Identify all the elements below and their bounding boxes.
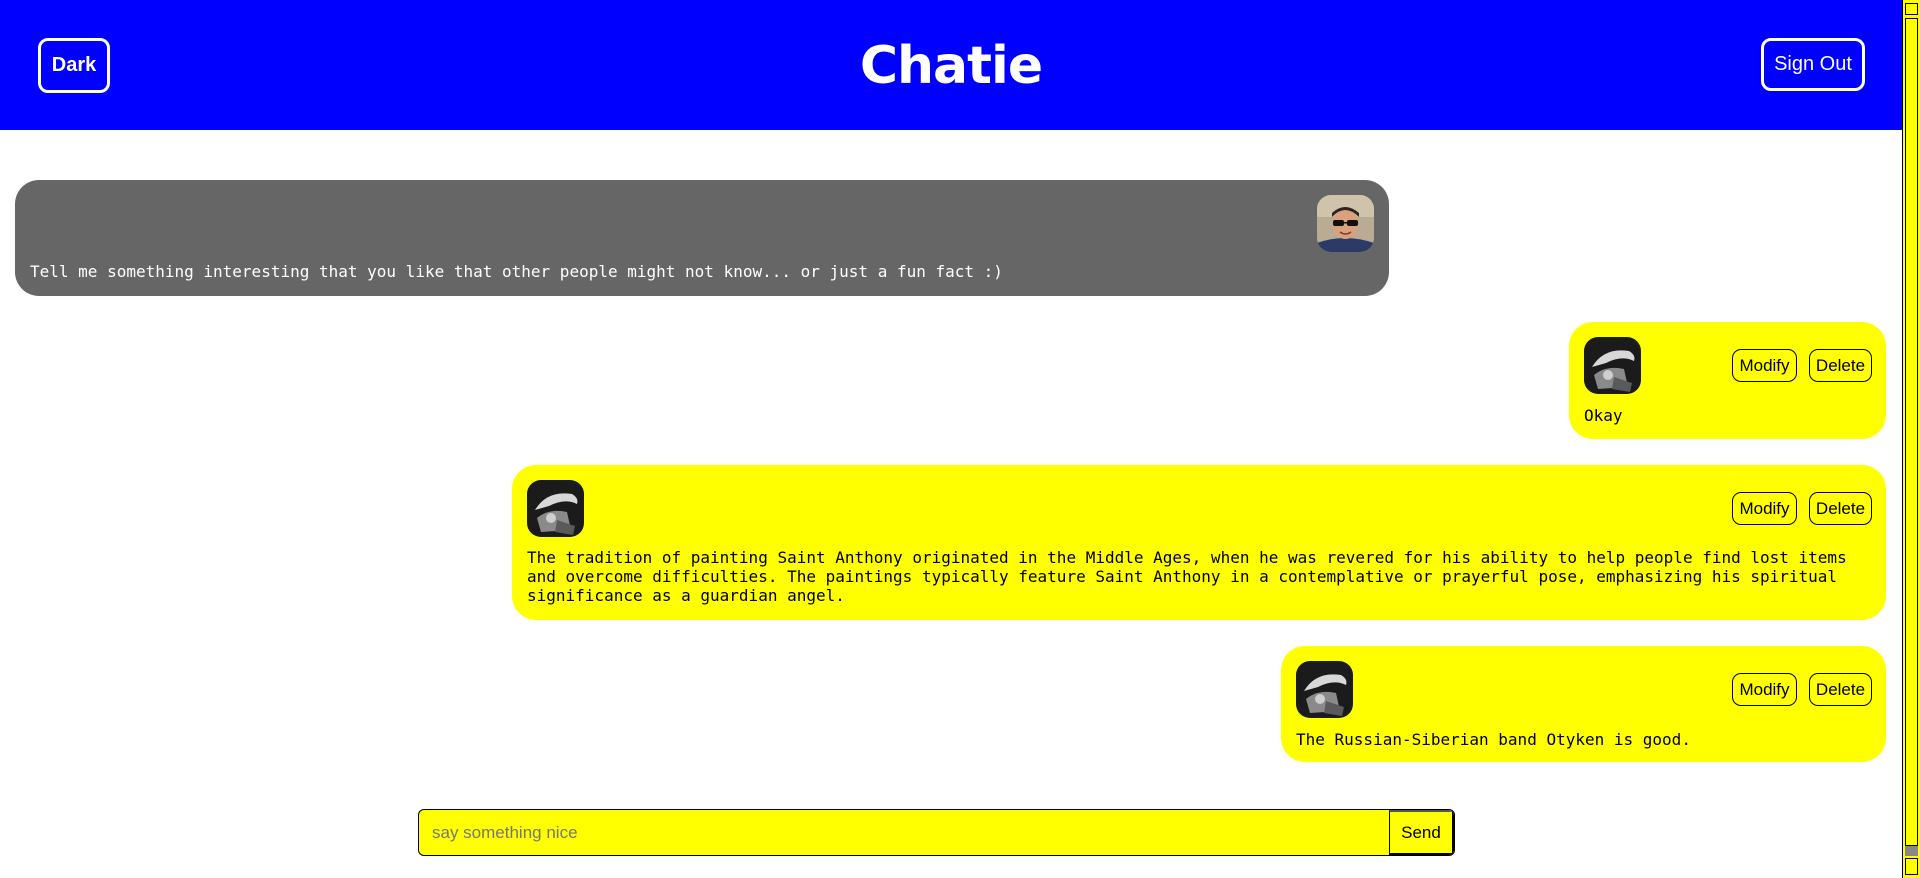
modify-button[interactable]: Modify	[1732, 349, 1797, 382]
message-text: Okay	[1584, 406, 1623, 425]
message-bubble-sent: Modify Delete The tradition of painting …	[512, 465, 1886, 620]
message-text: Tell me something interesting that you l…	[30, 262, 1003, 281]
scroll-down-arrow-icon[interactable]	[1905, 858, 1918, 875]
my-avatar-icon	[527, 480, 584, 537]
delete-button[interactable]: Delete	[1809, 349, 1872, 382]
page-scrollbar[interactable]	[1902, 0, 1920, 878]
message-bubble-sent: Modify Delete The Russian-Siberian band …	[1281, 646, 1886, 762]
message-bubble-received: Tell me something interesting that you l…	[15, 180, 1389, 296]
message-bubble-sent: Modify Delete Okay	[1569, 322, 1886, 439]
app-title: Chatie	[859, 36, 1043, 96]
my-avatar-icon	[1296, 661, 1353, 718]
modify-button[interactable]: Modify	[1732, 673, 1797, 706]
scroll-thumb[interactable]	[1905, 18, 1918, 846]
message-text: The Russian-Siberian band Otyken is good…	[1296, 730, 1691, 749]
chat-app: Dark Chatie Sign Out Tell me something i…	[0, 0, 1902, 878]
scroll-up-arrow-icon[interactable]	[1905, 3, 1918, 15]
app-header: Dark Chatie Sign Out	[0, 0, 1902, 130]
message-input[interactable]	[419, 810, 1389, 855]
scroll-grip	[1905, 846, 1918, 856]
delete-button[interactable]: Delete	[1809, 492, 1872, 525]
message-text: The tradition of painting Saint Anthony …	[527, 548, 1847, 605]
sender-avatar-icon	[1317, 195, 1374, 252]
delete-button[interactable]: Delete	[1809, 673, 1872, 706]
my-avatar-icon	[1584, 337, 1641, 394]
modify-button[interactable]: Modify	[1732, 492, 1797, 525]
message-composer: Send	[418, 809, 1455, 856]
sign-out-button[interactable]: Sign Out	[1761, 38, 1865, 91]
send-button[interactable]: Send	[1389, 810, 1454, 855]
